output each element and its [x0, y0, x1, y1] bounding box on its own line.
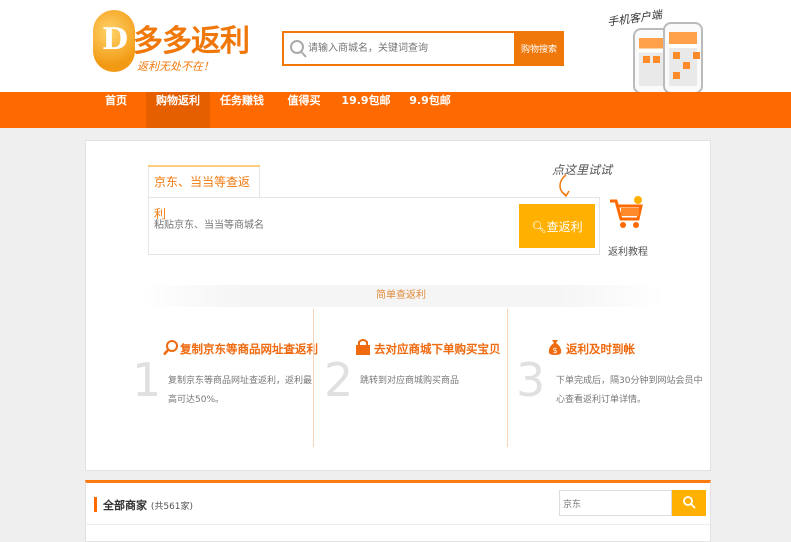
step-number: 2 — [324, 353, 354, 407]
logo-title: 多多返利 — [133, 24, 250, 59]
site-header: D 多多返利 返利无处不在！ 购物搜索 手机客户端 — [0, 0, 791, 94]
step-number: 3 — [516, 353, 546, 407]
shopping-bag-icon — [356, 339, 370, 355]
merchant-search-button[interactable] — [672, 490, 706, 516]
nav-item-19-9-free-shipping[interactable]: 19.9包邮 — [336, 92, 396, 128]
step-divider — [507, 309, 508, 447]
site-logo[interactable]: D 多多返利 返利无处不在！ — [93, 10, 250, 82]
search-icon — [290, 40, 307, 58]
step-title: 返利及时到帐 — [566, 342, 635, 356]
merchant-search-input[interactable] — [563, 495, 643, 511]
main-nav: 首页 购物返利 任务赚钱 值得买 19.9包邮 9.9包邮 — [0, 92, 791, 128]
divider — [86, 524, 710, 525]
header-search-input[interactable] — [308, 38, 508, 58]
phone-image — [663, 22, 703, 94]
rebate-query-panel: 京东、当当等查返利 🔍︎查返利 点这里试试 返利教程 简单查返利 1 复制京东等… — [85, 140, 711, 471]
curved-arrow-icon — [559, 174, 570, 198]
app-promo-label: 手机客户端 — [606, 8, 663, 29]
nav-item-home[interactable]: 首页 — [96, 92, 136, 128]
step-item: 3 $ 返利及时到帐 下单完成后，隔30分钟到网站会员中心查看返利订单详情。 — [514, 309, 704, 447]
step-description: 下单完成后，隔30分钟到网站会员中心查看返利订单详情。 — [556, 376, 703, 405]
header-search-button[interactable]: 购物搜索 — [514, 31, 564, 66]
step-divider — [313, 309, 314, 447]
money-bag-icon: $ — [548, 340, 562, 355]
all-merchants-section: 全部商家 (共561家) — [85, 480, 711, 542]
step-item: 1 复制京东等商品网址查返利 复制京东等商品网址查返利，返利最高可达50%。 — [130, 309, 318, 447]
search-icon — [683, 495, 696, 509]
svg-text:$: $ — [552, 346, 557, 355]
step-title: 复制京东等商品网址查返利 — [180, 342, 318, 356]
logo-slogan: 返利无处不在！ — [137, 60, 214, 73]
tab-query-rebate[interactable]: 京东、当当等查返利 — [148, 165, 260, 221]
nav-item-worth-buying[interactable]: 值得买 — [278, 92, 330, 128]
steps-heading: 简单查返利 — [138, 285, 664, 307]
rebate-query-box: 🔍︎查返利 — [148, 197, 600, 255]
nav-item-9-9-free-shipping[interactable]: 9.9包邮 — [402, 92, 458, 128]
step-number: 1 — [132, 353, 162, 407]
rebate-tutorial-link[interactable]: 返利教程 — [608, 243, 648, 258]
query-rebate-button[interactable]: 🔍︎查返利 — [519, 204, 595, 248]
merchants-title: 全部商家 (共561家) — [103, 499, 194, 512]
step-item: 2 去对应商城下单购买宝贝 跳转到对应商城购买商品 — [322, 309, 502, 447]
magnifier-icon — [163, 340, 178, 356]
section-accent-bar — [94, 497, 97, 512]
logo-badge: D — [93, 10, 135, 72]
rebate-url-input[interactable] — [154, 214, 494, 236]
header-search-box: 购物搜索 — [282, 31, 564, 66]
step-description: 复制京东等商品网址查返利，返利最高可达50%。 — [168, 376, 313, 405]
shopping-cart-icon[interactable] — [608, 195, 644, 233]
search-icon: 🔍︎ — [531, 219, 547, 234]
step-description: 跳转到对应商城购买商品 — [360, 376, 460, 386]
mobile-app-promo[interactable]: 手机客户端 — [605, 8, 707, 94]
nav-item-tasks[interactable]: 任务赚钱 — [212, 92, 272, 128]
nav-item-shopping-rebate[interactable]: 购物返利 — [146, 92, 210, 128]
merchant-count: (共561家) — [150, 502, 194, 512]
step-title: 去对应商城下单购买宝贝 — [374, 342, 501, 356]
merchant-search-box — [559, 490, 672, 516]
